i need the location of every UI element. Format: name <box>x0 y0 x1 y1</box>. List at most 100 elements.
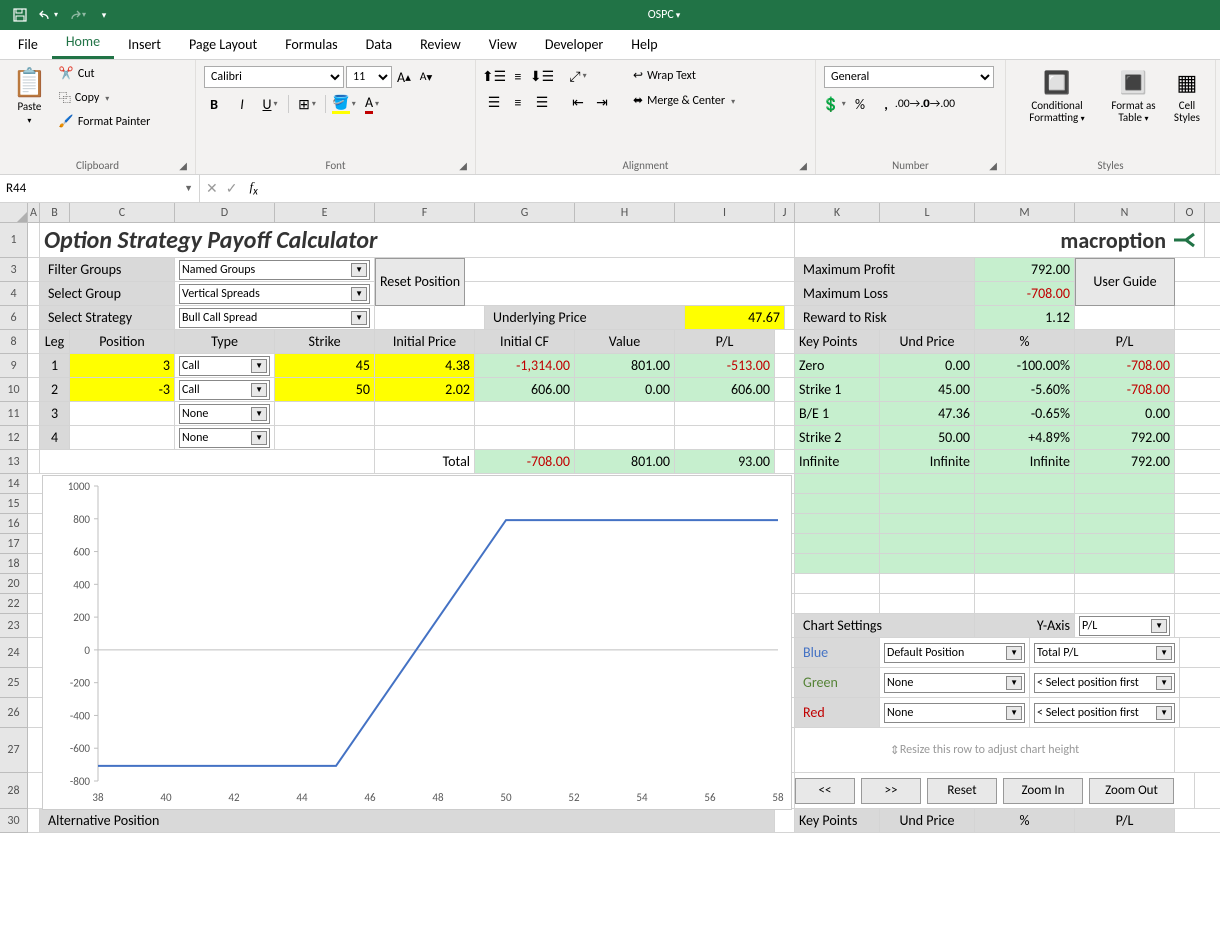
tab-home[interactable]: Home <box>52 27 114 59</box>
decrease-indent-icon[interactable]: ⇤ <box>568 92 588 112</box>
italic-button[interactable]: I <box>232 94 252 114</box>
font-size-select[interactable]: 11 <box>346 66 392 88</box>
formula-input[interactable] <box>264 180 1220 197</box>
user-guide-button[interactable]: User Guide <box>1075 258 1175 306</box>
format-as-table-button[interactable]: 🔳Format as Table ▾ <box>1102 62 1165 126</box>
payoff-chart[interactable]: -800-600-400-200020040060080010003840424… <box>42 475 792 810</box>
undo-button[interactable]: ▾ <box>36 3 60 27</box>
green-position-select[interactable]: None <box>884 673 1025 693</box>
tab-page-layout[interactable]: Page Layout <box>175 30 271 59</box>
borders-button[interactable]: ⊞ <box>297 94 317 114</box>
alignment-dialog-launcher[interactable]: ◢ <box>799 159 807 172</box>
worksheet-grid[interactable]: A B C D E F G H I J K L M N O 1 3 4 6 8 … <box>0 203 1220 909</box>
bold-button[interactable]: B <box>204 94 224 114</box>
leg-position[interactable] <box>70 426 175 449</box>
chart-zoomin-button[interactable]: Zoom In <box>1003 778 1083 804</box>
tab-insert[interactable]: Insert <box>114 30 175 59</box>
leg-strike[interactable]: 45 <box>275 354 375 377</box>
leg-position[interactable]: 3 <box>70 354 175 377</box>
leg-type-select[interactable]: Call <box>179 356 270 376</box>
clipboard-dialog-launcher[interactable]: ◢ <box>179 159 187 172</box>
reset-position-button[interactable]: Reset Position <box>375 258 465 306</box>
increase-indent-icon[interactable]: ⇥ <box>592 92 612 112</box>
decrease-decimal-button[interactable]: .0→.00 <box>928 94 948 114</box>
leg-price[interactable] <box>375 426 475 449</box>
decrease-font-icon[interactable]: A▾ <box>416 67 436 87</box>
accounting-format-button[interactable]: 💲 <box>824 94 844 114</box>
underline-button[interactable]: U <box>260 94 280 114</box>
increase-decimal-button[interactable]: .00→.0 <box>902 94 922 114</box>
select-group-select[interactable]: Vertical Spreads <box>179 284 370 304</box>
tab-developer[interactable]: Developer <box>531 30 617 59</box>
select-all-corner[interactable] <box>0 203 28 222</box>
leg-strike[interactable] <box>275 426 375 449</box>
qat-customize[interactable]: ▾ <box>92 3 116 27</box>
number-group-label: Number <box>892 159 929 172</box>
fx-icon[interactable]: fx <box>243 179 263 198</box>
red-series-label: Red <box>795 698 880 727</box>
orientation-button[interactable]: ⤢ <box>568 66 588 86</box>
leg-price[interactable]: 2.02 <box>375 378 475 401</box>
leg-strike[interactable]: 50 <box>275 378 375 401</box>
name-box[interactable] <box>6 181 184 196</box>
select-strategy-select[interactable]: Bull Call Spread <box>179 308 370 328</box>
underlying-price-value[interactable]: 47.67 <box>685 306 785 329</box>
leg-type-select[interactable]: None <box>179 404 270 424</box>
cell-styles-button[interactable]: ▦Cell Styles <box>1167 62 1207 126</box>
save-button[interactable] <box>8 3 32 27</box>
leg-strike[interactable] <box>275 402 375 425</box>
align-middle-icon[interactable]: ≡ <box>508 66 528 86</box>
copy-button[interactable]: ⿻Copy <box>55 87 154 108</box>
chart-zoomout-button[interactable]: Zoom Out <box>1089 778 1174 804</box>
leg-price[interactable]: 4.38 <box>375 354 475 377</box>
format-painter-button[interactable]: 🖌️Format Painter <box>55 112 154 131</box>
tab-formulas[interactable]: Formulas <box>271 30 351 59</box>
tab-view[interactable]: View <box>475 30 531 59</box>
percent-button[interactable]: % <box>850 94 870 114</box>
enter-formula-icon[interactable]: ✓ <box>226 180 238 197</box>
align-center-icon[interactable]: ≡ <box>508 92 528 112</box>
leg-price[interactable] <box>375 402 475 425</box>
workbook-title[interactable]: OSPC <box>648 8 681 22</box>
page-title: Option Strategy Payoff Calculator <box>40 223 795 257</box>
comma-button[interactable]: , <box>876 94 896 114</box>
tab-data[interactable]: Data <box>352 30 406 59</box>
number-dialog-launcher[interactable]: ◢ <box>989 159 997 172</box>
number-format-select[interactable]: General <box>824 66 994 88</box>
chart-next-button[interactable]: >> <box>861 778 921 804</box>
leg-type-select[interactable]: Call <box>179 380 270 400</box>
cut-button[interactable]: ✂️Cut <box>55 64 154 83</box>
merge-center-button[interactable]: ⬌Merge & Center <box>629 91 739 110</box>
leg-type-select[interactable]: None <box>179 428 270 448</box>
yaxis-select[interactable]: P/L <box>1079 616 1170 636</box>
tab-help[interactable]: Help <box>617 30 671 59</box>
increase-font-icon[interactable]: A▴ <box>394 67 414 87</box>
red-position-select[interactable]: None <box>884 703 1025 723</box>
conditional-formatting-button[interactable]: 🔲Conditional Formatting ▾ <box>1014 62 1100 126</box>
wrap-text-button[interactable]: ↩Wrap Text <box>629 66 739 85</box>
tab-file[interactable]: File <box>4 30 52 59</box>
align-left-icon[interactable]: ☰ <box>484 92 504 112</box>
fill-color-button[interactable]: 🪣 <box>334 94 354 114</box>
chart-reset-button[interactable]: Reset <box>927 778 997 804</box>
cancel-formula-icon[interactable]: ✕ <box>206 180 218 197</box>
filter-groups-select[interactable]: Named Groups <box>179 260 370 280</box>
chart-prev-button[interactable]: << <box>795 778 855 804</box>
redo-button[interactable]: ▾ <box>64 3 88 27</box>
paste-button[interactable]: 📋 Paste▾ <box>8 62 51 128</box>
align-bottom-icon[interactable]: ⬇☰ <box>532 66 552 86</box>
leg-position[interactable] <box>70 402 175 425</box>
font-color-button[interactable]: A <box>362 94 382 114</box>
ribbon-tabs: File Home Insert Page Layout Formulas Da… <box>0 30 1220 60</box>
align-right-icon[interactable]: ☰ <box>532 92 552 112</box>
name-box-dropdown[interactable]: ▼ <box>184 183 193 194</box>
blue-pl-select[interactable]: Total P/L <box>1034 643 1175 663</box>
align-top-icon[interactable]: ⬆☰ <box>484 66 504 86</box>
font-dialog-launcher[interactable]: ◢ <box>459 159 467 172</box>
green-pl-select[interactable]: < Select position first <box>1034 673 1175 693</box>
red-pl-select[interactable]: < Select position first <box>1034 703 1175 723</box>
blue-position-select[interactable]: Default Position <box>884 643 1025 663</box>
tab-review[interactable]: Review <box>406 30 475 59</box>
font-name-select[interactable]: Calibri <box>204 66 344 88</box>
leg-position[interactable]: -3 <box>70 378 175 401</box>
